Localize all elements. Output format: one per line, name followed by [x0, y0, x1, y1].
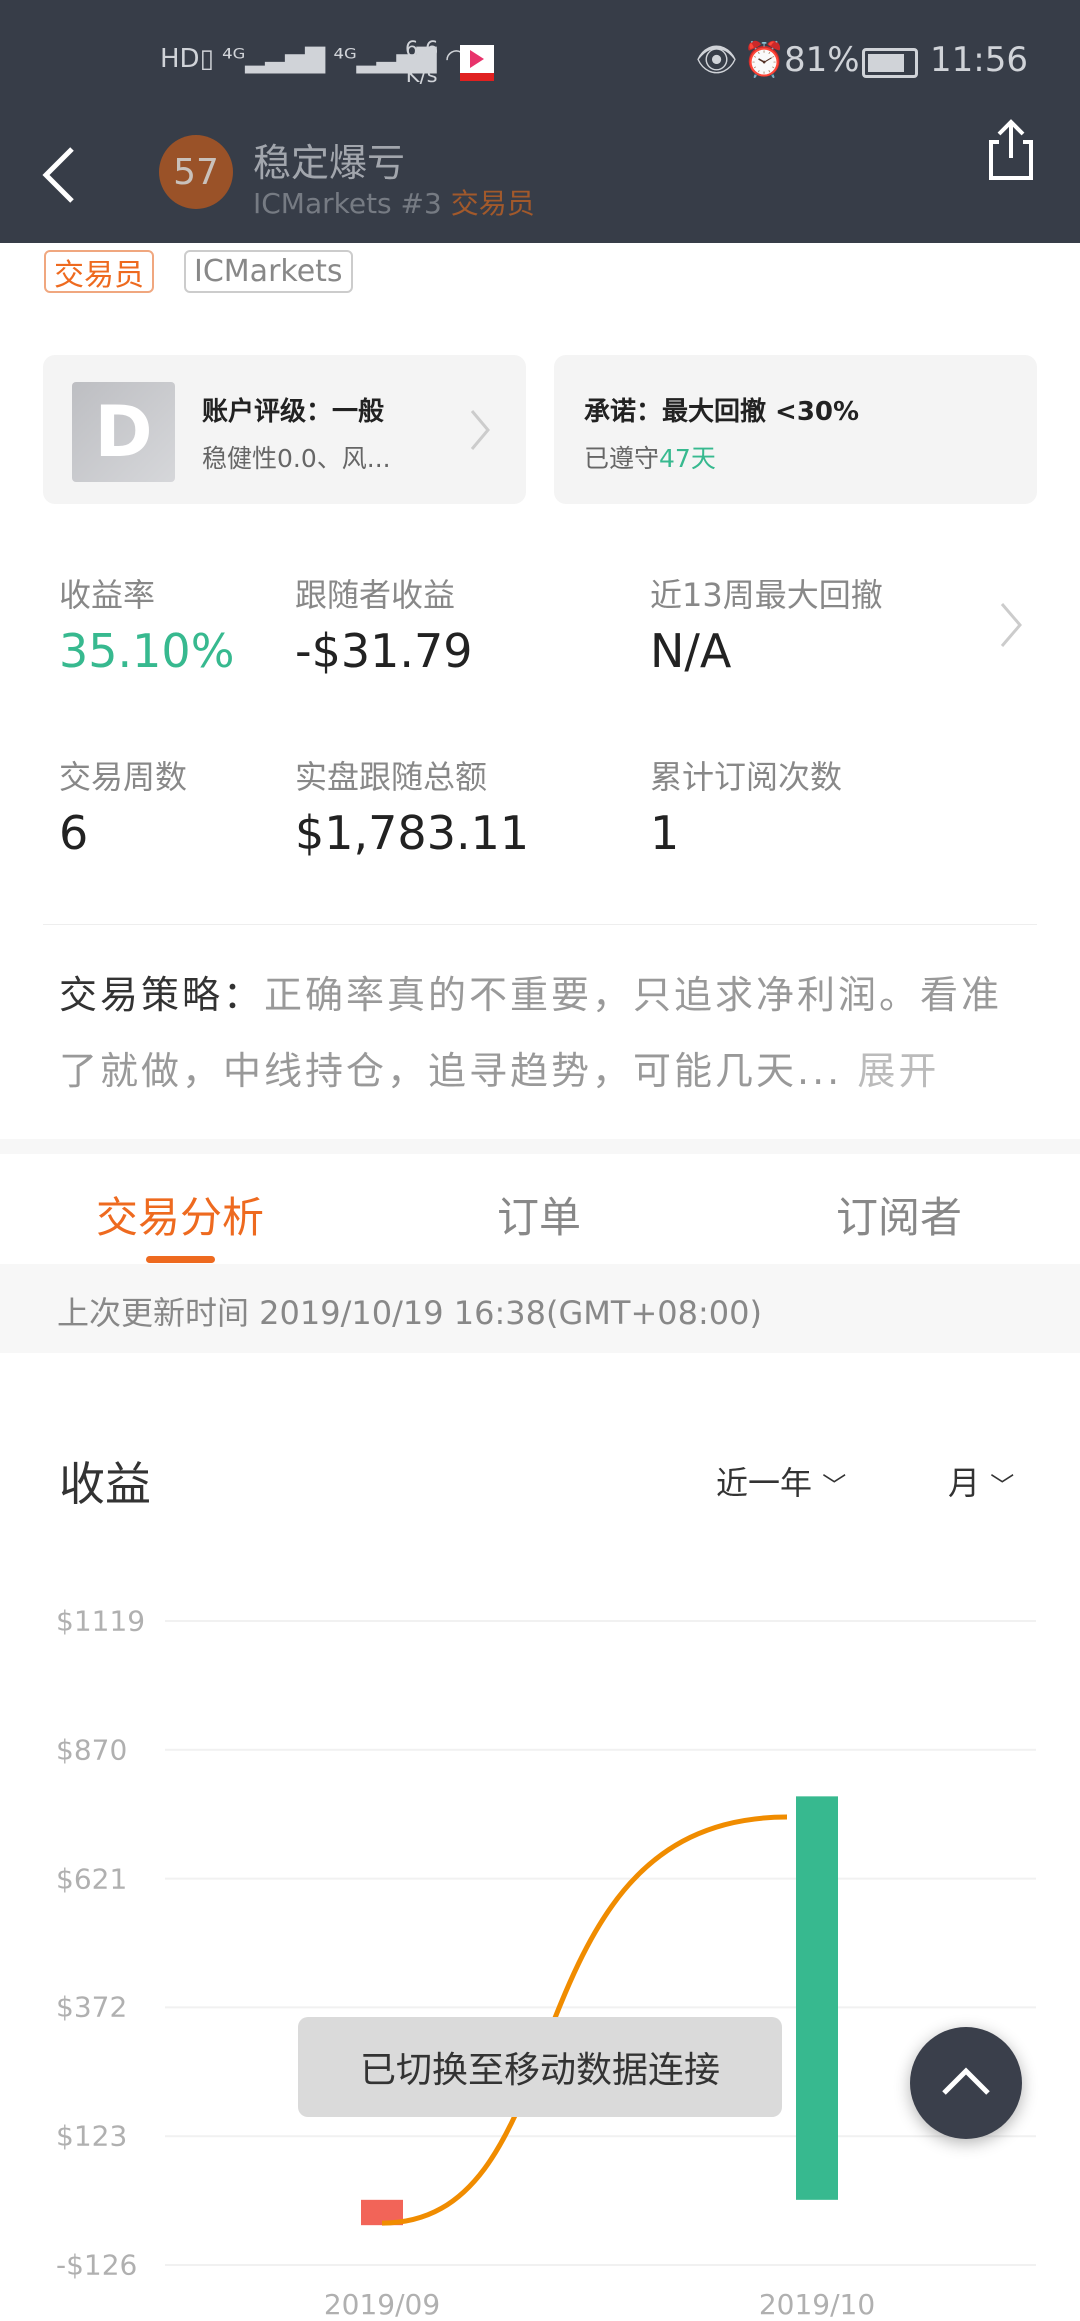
x-tick-label: 2019/09 — [323, 2288, 441, 2321]
toast-message: 已切换至移动数据连接 — [298, 2017, 782, 2117]
chevron-up-icon — [942, 2067, 990, 2095]
scroll-top-button[interactable] — [910, 2027, 1022, 2139]
x-tick-label: 2019/10 — [758, 2288, 876, 2321]
bar[interactable] — [796, 1796, 838, 2200]
chart-plot — [165, 1620, 1036, 2266]
